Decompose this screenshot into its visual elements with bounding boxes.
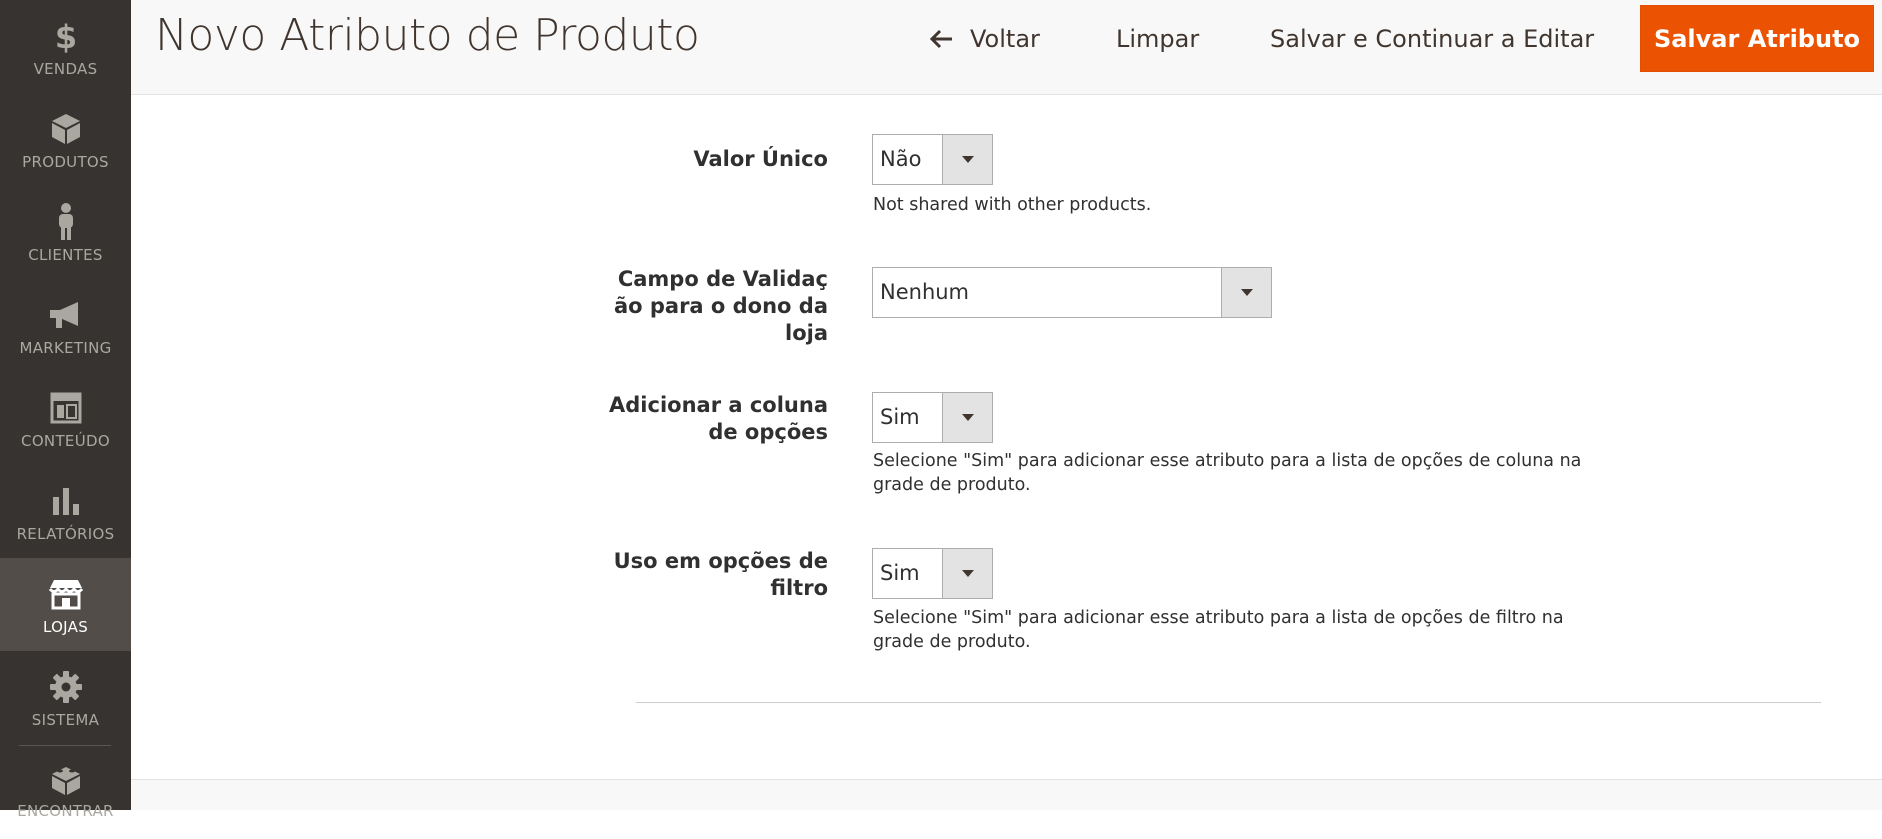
validation-label: Campo de Validaç ão para o dono da loja xyxy=(614,266,828,347)
page-title: Novo Atributo de Produto xyxy=(155,10,700,61)
nav-label: MARKETING xyxy=(19,339,112,357)
nav-label: PRODUTOS xyxy=(22,153,109,171)
chevron-down-icon xyxy=(1221,268,1271,317)
nav-item-sistema[interactable]: SISTEMA xyxy=(0,651,131,744)
chevron-down-icon xyxy=(942,135,992,184)
options-column-label: Adicionar a coluna de opções xyxy=(609,392,828,446)
validation-select[interactable]: Nenhum xyxy=(872,267,1272,318)
nav-item-vendas[interactable]: $ VENDAS xyxy=(0,0,131,93)
section-divider xyxy=(636,702,1821,703)
validation-label-line: Campo de Validaç xyxy=(617,267,828,291)
nav-label: CONTEÚDO xyxy=(21,432,110,450)
filter-options-label-line: filtro xyxy=(770,576,828,600)
store-icon xyxy=(47,574,85,614)
back-label: Voltar xyxy=(970,25,1040,53)
unique-value-selected: Não xyxy=(880,147,922,171)
options-column-note: Selecione "Sim" para adicionar esse atri… xyxy=(873,451,1582,495)
nav-item-produtos[interactable]: PRODUTOS xyxy=(0,93,131,186)
nav-label: SISTEMA xyxy=(31,711,100,729)
save-and-continue-button[interactable]: Salvar e Continuar a Editar xyxy=(1270,20,1594,58)
nav-item-lojas[interactable]: LOJAS xyxy=(0,558,131,651)
nav-item-clientes[interactable]: CLIENTES xyxy=(0,186,131,279)
nav-label: RELATÓRIOS xyxy=(16,525,115,543)
clear-button[interactable]: Limpar xyxy=(1116,20,1199,58)
nav-item-relatorios[interactable]: RELATÓRIOS xyxy=(0,465,131,558)
unique-value-label: Valor Único xyxy=(693,146,828,173)
nav-label: ENCONTRAR xyxy=(17,802,114,820)
save-attribute-button[interactable]: Salvar Atributo xyxy=(1640,5,1874,72)
nav-label: LOJAS xyxy=(42,618,89,636)
chevron-down-icon xyxy=(942,549,992,598)
svg-text:$: $ xyxy=(54,18,76,54)
layout-icon xyxy=(50,388,82,428)
filter-options-select[interactable]: Sim xyxy=(872,548,993,599)
footer-band xyxy=(131,779,1882,810)
nav-label: CLIENTES xyxy=(28,246,103,264)
validation-selected: Nenhum xyxy=(880,280,970,304)
gear-icon xyxy=(49,667,83,707)
unique-value-label-text: Valor Único xyxy=(693,147,828,171)
unique-value-select[interactable]: Não xyxy=(872,134,993,185)
chevron-down-icon xyxy=(942,393,992,442)
page-header: Novo Atributo de Produto Voltar Limpar S… xyxy=(131,0,1882,95)
nav-item-marketing[interactable]: MARKETING xyxy=(0,279,131,372)
options-column-label-line: de opções xyxy=(708,420,828,444)
nav-item-conteudo[interactable]: CONTEÚDO xyxy=(0,372,131,465)
person-icon xyxy=(55,202,77,242)
validation-label-line: loja xyxy=(785,321,828,345)
back-button[interactable]: Voltar xyxy=(928,20,1040,58)
filter-options-note: Selecione "Sim" para adicionar esse atri… xyxy=(873,608,1564,652)
box-icon xyxy=(50,109,82,149)
filter-options-label: Uso em opções de filtro xyxy=(614,548,828,602)
arrow-left-icon xyxy=(928,27,956,51)
filter-options-label-line: Uso em opções de xyxy=(613,549,828,573)
nav-item-encontrar[interactable]: ENCONTRAR xyxy=(0,746,131,839)
validation-label-line: ão para o dono da xyxy=(613,294,828,318)
dollar-icon: $ xyxy=(51,16,81,56)
options-column-selected: Sim xyxy=(880,405,920,429)
blocks-icon xyxy=(48,760,84,800)
filter-options-selected: Sim xyxy=(880,561,920,585)
admin-sidebar: $ VENDAS PRODUTOS CLIENTES MARKETING CON… xyxy=(0,0,131,820)
bar-chart-icon xyxy=(50,481,82,521)
options-column-label-line: Adicionar a coluna xyxy=(609,393,828,417)
unique-value-note: Not shared with other products. xyxy=(873,195,1152,215)
megaphone-icon xyxy=(48,295,84,335)
options-column-select[interactable]: Sim xyxy=(872,392,993,443)
nav-label: VENDAS xyxy=(33,60,98,78)
